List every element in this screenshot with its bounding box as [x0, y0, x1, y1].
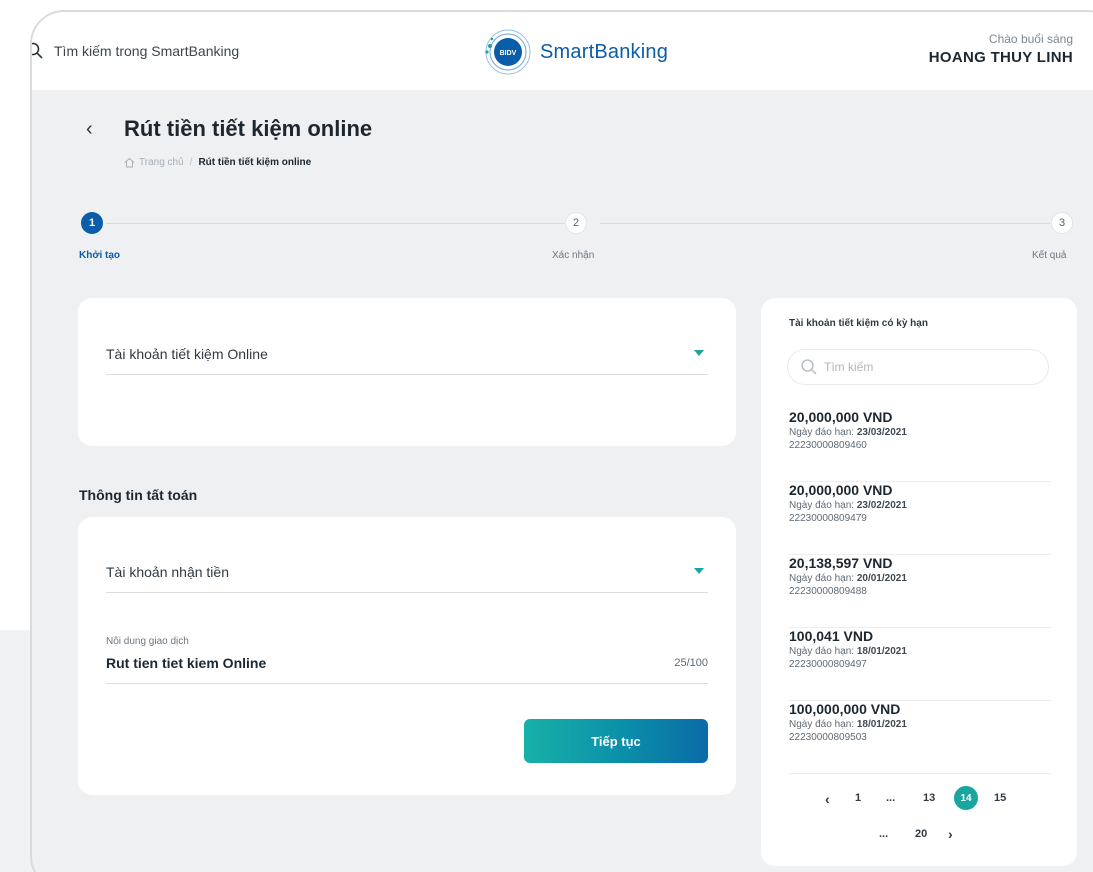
account-number: 22230000809497: [789, 659, 867, 670]
term-savings-panel: Tài khoản tiết kiệm có kỳ hạn Tìm kiếm 2…: [761, 298, 1077, 866]
pagination-ellipsis: ...: [886, 792, 896, 804]
home-icon[interactable]: [124, 157, 135, 168]
account-amount: 20,138,597 VND: [789, 555, 893, 571]
panel-search-input[interactable]: Tìm kiếm: [787, 349, 1049, 385]
account-due-date: Ngày đáo hạn: 23/03/2021: [789, 427, 907, 438]
user-greeting: Chào buổi sáng HOANG THUY LINH: [929, 32, 1073, 66]
breadcrumb-separator: /: [189, 157, 193, 168]
receiving-account-select[interactable]: Tài khoản nhận tiền: [106, 564, 708, 593]
chevron-down-icon: [694, 568, 704, 574]
settlement-card: Tài khoản nhận tiền Nội dung giao dịch R…: [78, 517, 736, 795]
breadcrumb-home[interactable]: Trang chủ: [139, 157, 184, 168]
pagination-next[interactable]: ›: [948, 826, 953, 842]
search-icon[interactable]: [30, 42, 44, 60]
step-3-label: Kết quả: [1032, 250, 1067, 261]
account-amount: 20,000,000 VND: [789, 482, 893, 498]
savings-account-item[interactable]: 100,000,000 VND Ngày đáo hạn: 18/01/2021…: [789, 701, 1051, 774]
savings-account-placeholder: Tài khoản tiết kiệm Online: [106, 346, 268, 362]
panel-title: Tài khoản tiết kiệm có kỳ hạn: [789, 318, 928, 329]
savings-account-card: Tài khoản tiết kiệm Online: [78, 298, 736, 446]
breadcrumb-current: Rút tiền tiết kiệm online: [198, 157, 312, 168]
stepper-line: [600, 223, 1050, 224]
panel-search-placeholder: Tìm kiếm: [824, 360, 874, 374]
app-frame: Tìm kiếm trong SmartBanking BIDV SmartBa…: [0, 0, 1093, 872]
back-button[interactable]: ‹: [86, 118, 93, 141]
savings-account-item[interactable]: 100,041 VND Ngày đáo hạn: 18/01/2021 222…: [789, 628, 1051, 701]
step-2-label: Xác nhận: [552, 250, 595, 261]
chevron-down-icon: [694, 350, 704, 356]
bidv-logo-icon: BIDV: [485, 29, 531, 75]
user-name[interactable]: HOANG THUY LINH: [929, 49, 1073, 66]
settlement-section-title: Thông tin tất toán: [79, 487, 198, 503]
step-3-circle: 3: [1051, 212, 1073, 234]
top-bar: Tìm kiếm trong SmartBanking BIDV SmartBa…: [32, 12, 1093, 90]
account-number: 22230000809479: [789, 513, 867, 524]
account-due-date: Ngày đáo hạn: 23/02/2021: [789, 500, 907, 511]
account-amount: 20,000,000 VND: [789, 409, 893, 425]
pagination-current-page[interactable]: 14: [954, 786, 978, 810]
step-1-label: Khởi tạo: [79, 250, 120, 261]
logo-text: SmartBanking: [540, 40, 669, 63]
stepper-line: [106, 223, 566, 224]
pagination-page[interactable]: 20: [915, 828, 927, 840]
continue-button[interactable]: Tiếp tục: [524, 719, 708, 763]
step-2-circle: 2: [565, 212, 587, 234]
background-shade: [0, 630, 34, 872]
pagination-ellipsis: ...: [879, 828, 889, 840]
search-icon: [801, 359, 817, 375]
greeting-text: Chào buổi sáng: [988, 32, 1073, 46]
account-amount: 100,000,000 VND: [789, 701, 901, 717]
pagination-page[interactable]: 13: [923, 792, 935, 804]
pagination-page[interactable]: 1: [855, 792, 861, 804]
breadcrumb: Trang chủ / Rút tiền tiết kiệm online: [124, 157, 311, 168]
pagination-prev[interactable]: ‹: [825, 791, 830, 807]
description-label: Nội dung giao dịch: [106, 636, 189, 647]
receiving-account-placeholder: Tài khoản nhận tiền: [106, 564, 229, 580]
description-input[interactable]: Rut tien tiet kiem Online 25/100: [106, 655, 708, 684]
account-number: 22230000809460: [789, 440, 867, 451]
global-search-input[interactable]: Tìm kiếm trong SmartBanking: [54, 43, 239, 59]
description-value: Rut tien tiet kiem Online: [106, 655, 267, 671]
app-window: Tìm kiếm trong SmartBanking BIDV SmartBa…: [30, 10, 1093, 872]
savings-account-item[interactable]: 20,138,597 VND Ngày đáo hạn: 20/01/2021 …: [789, 555, 1051, 628]
page-title: Rút tiền tiết kiệm online: [124, 116, 373, 141]
savings-account-select[interactable]: Tài khoản tiết kiệm Online: [106, 346, 708, 375]
account-due-date: Ngày đáo hạn: 18/01/2021: [789, 646, 907, 657]
description-char-counter: 25/100: [674, 657, 708, 669]
savings-account-item[interactable]: 20,000,000 VND Ngày đáo hạn: 23/03/2021 …: [789, 409, 1051, 482]
step-1-circle: 1: [81, 212, 103, 234]
account-amount: 100,041 VND: [789, 628, 874, 644]
bidv-logo: BIDV SmartBanking: [484, 26, 668, 78]
account-due-date: Ngày đáo hạn: 20/01/2021: [789, 573, 907, 584]
account-number: 22230000809488: [789, 586, 867, 597]
account-number: 22230000809503: [789, 732, 867, 743]
savings-account-item[interactable]: 20,000,000 VND Ngày đáo hạn: 23/02/2021 …: [789, 482, 1051, 555]
account-due-date: Ngày đáo hạn: 18/01/2021: [789, 719, 907, 730]
logo-badge-text: BIDV: [500, 50, 517, 57]
pagination-page[interactable]: 15: [994, 792, 1006, 804]
